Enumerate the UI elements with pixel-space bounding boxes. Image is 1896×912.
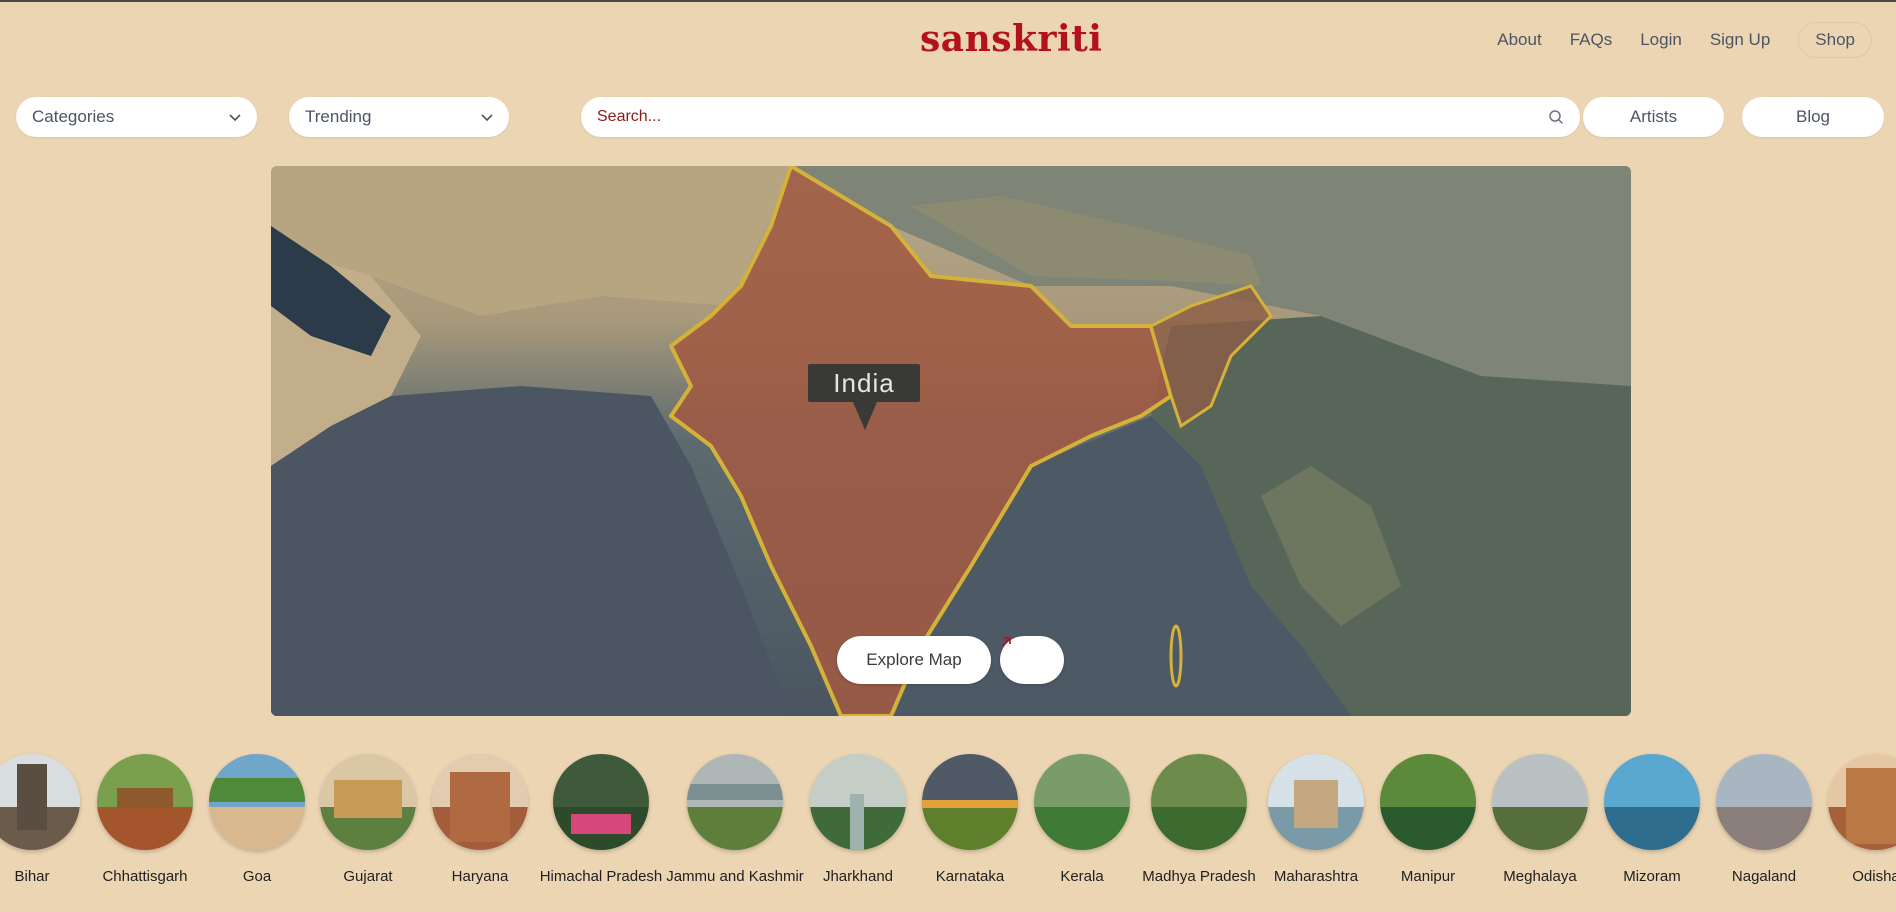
state-image [810, 754, 906, 850]
state-image [1034, 754, 1130, 850]
state-image [209, 754, 305, 850]
state-label: Haryana [451, 868, 509, 885]
blog-label: Blog [1795, 107, 1831, 126]
state-image [1604, 754, 1700, 850]
search-placeholder: Search... [597, 108, 662, 125]
map-graphic [271, 166, 1631, 716]
state-image [97, 754, 193, 850]
chevron-down-icon [229, 114, 241, 122]
state-image [320, 754, 416, 850]
state-image [1716, 754, 1812, 850]
top-border [0, 0, 1896, 2]
states-carousel[interactable]: Bihar Chhattisgarh Goa Gujarat Haryana H… [0, 754, 1896, 904]
top-nav: About FAQs Login Sign Up Shop [1497, 22, 1872, 58]
artists-label: Artists [1629, 107, 1678, 126]
state-image [553, 754, 649, 850]
state-label: Jammu and Kashmir [666, 868, 804, 885]
trending-label: Trending [305, 107, 372, 126]
map-tooltip: India [808, 364, 920, 402]
blog-button[interactable]: Blog [1742, 97, 1884, 137]
chevron-down-icon [481, 114, 493, 122]
artists-button[interactable]: Artists [1583, 97, 1724, 137]
state-image [0, 754, 80, 850]
open-map-button[interactable] [1000, 636, 1064, 684]
state-label: Odisha [1852, 868, 1896, 885]
state-image [1492, 754, 1588, 850]
nav-login[interactable]: Login [1640, 23, 1682, 57]
nav-signup[interactable]: Sign Up [1710, 23, 1770, 57]
categories-dropdown[interactable]: Categories [16, 97, 257, 137]
state-image [1151, 754, 1247, 850]
logo[interactable]: sanskriti [920, 14, 1102, 64]
map-tooltip-tail [853, 402, 877, 430]
state-image [432, 754, 528, 850]
categories-label: Categories [32, 107, 115, 126]
trending-dropdown[interactable]: Trending [289, 97, 509, 137]
state-label: Himachal Pradesh [539, 868, 663, 885]
nav-shop[interactable]: Shop [1798, 22, 1872, 58]
state-image [1380, 754, 1476, 850]
state-image [922, 754, 1018, 850]
state-image [687, 754, 783, 850]
arrow-up-right-icon [1001, 637, 1011, 647]
nav-about[interactable]: About [1497, 23, 1541, 57]
nav-faqs[interactable]: FAQs [1570, 23, 1613, 57]
search-input[interactable]: Search... [581, 97, 1580, 137]
india-map[interactable]: India Explore Map [271, 166, 1631, 716]
state-image [1828, 754, 1896, 850]
explore-map-button[interactable]: Explore Map [837, 636, 991, 684]
state-image [1268, 754, 1364, 850]
search-icon[interactable] [1548, 109, 1564, 125]
